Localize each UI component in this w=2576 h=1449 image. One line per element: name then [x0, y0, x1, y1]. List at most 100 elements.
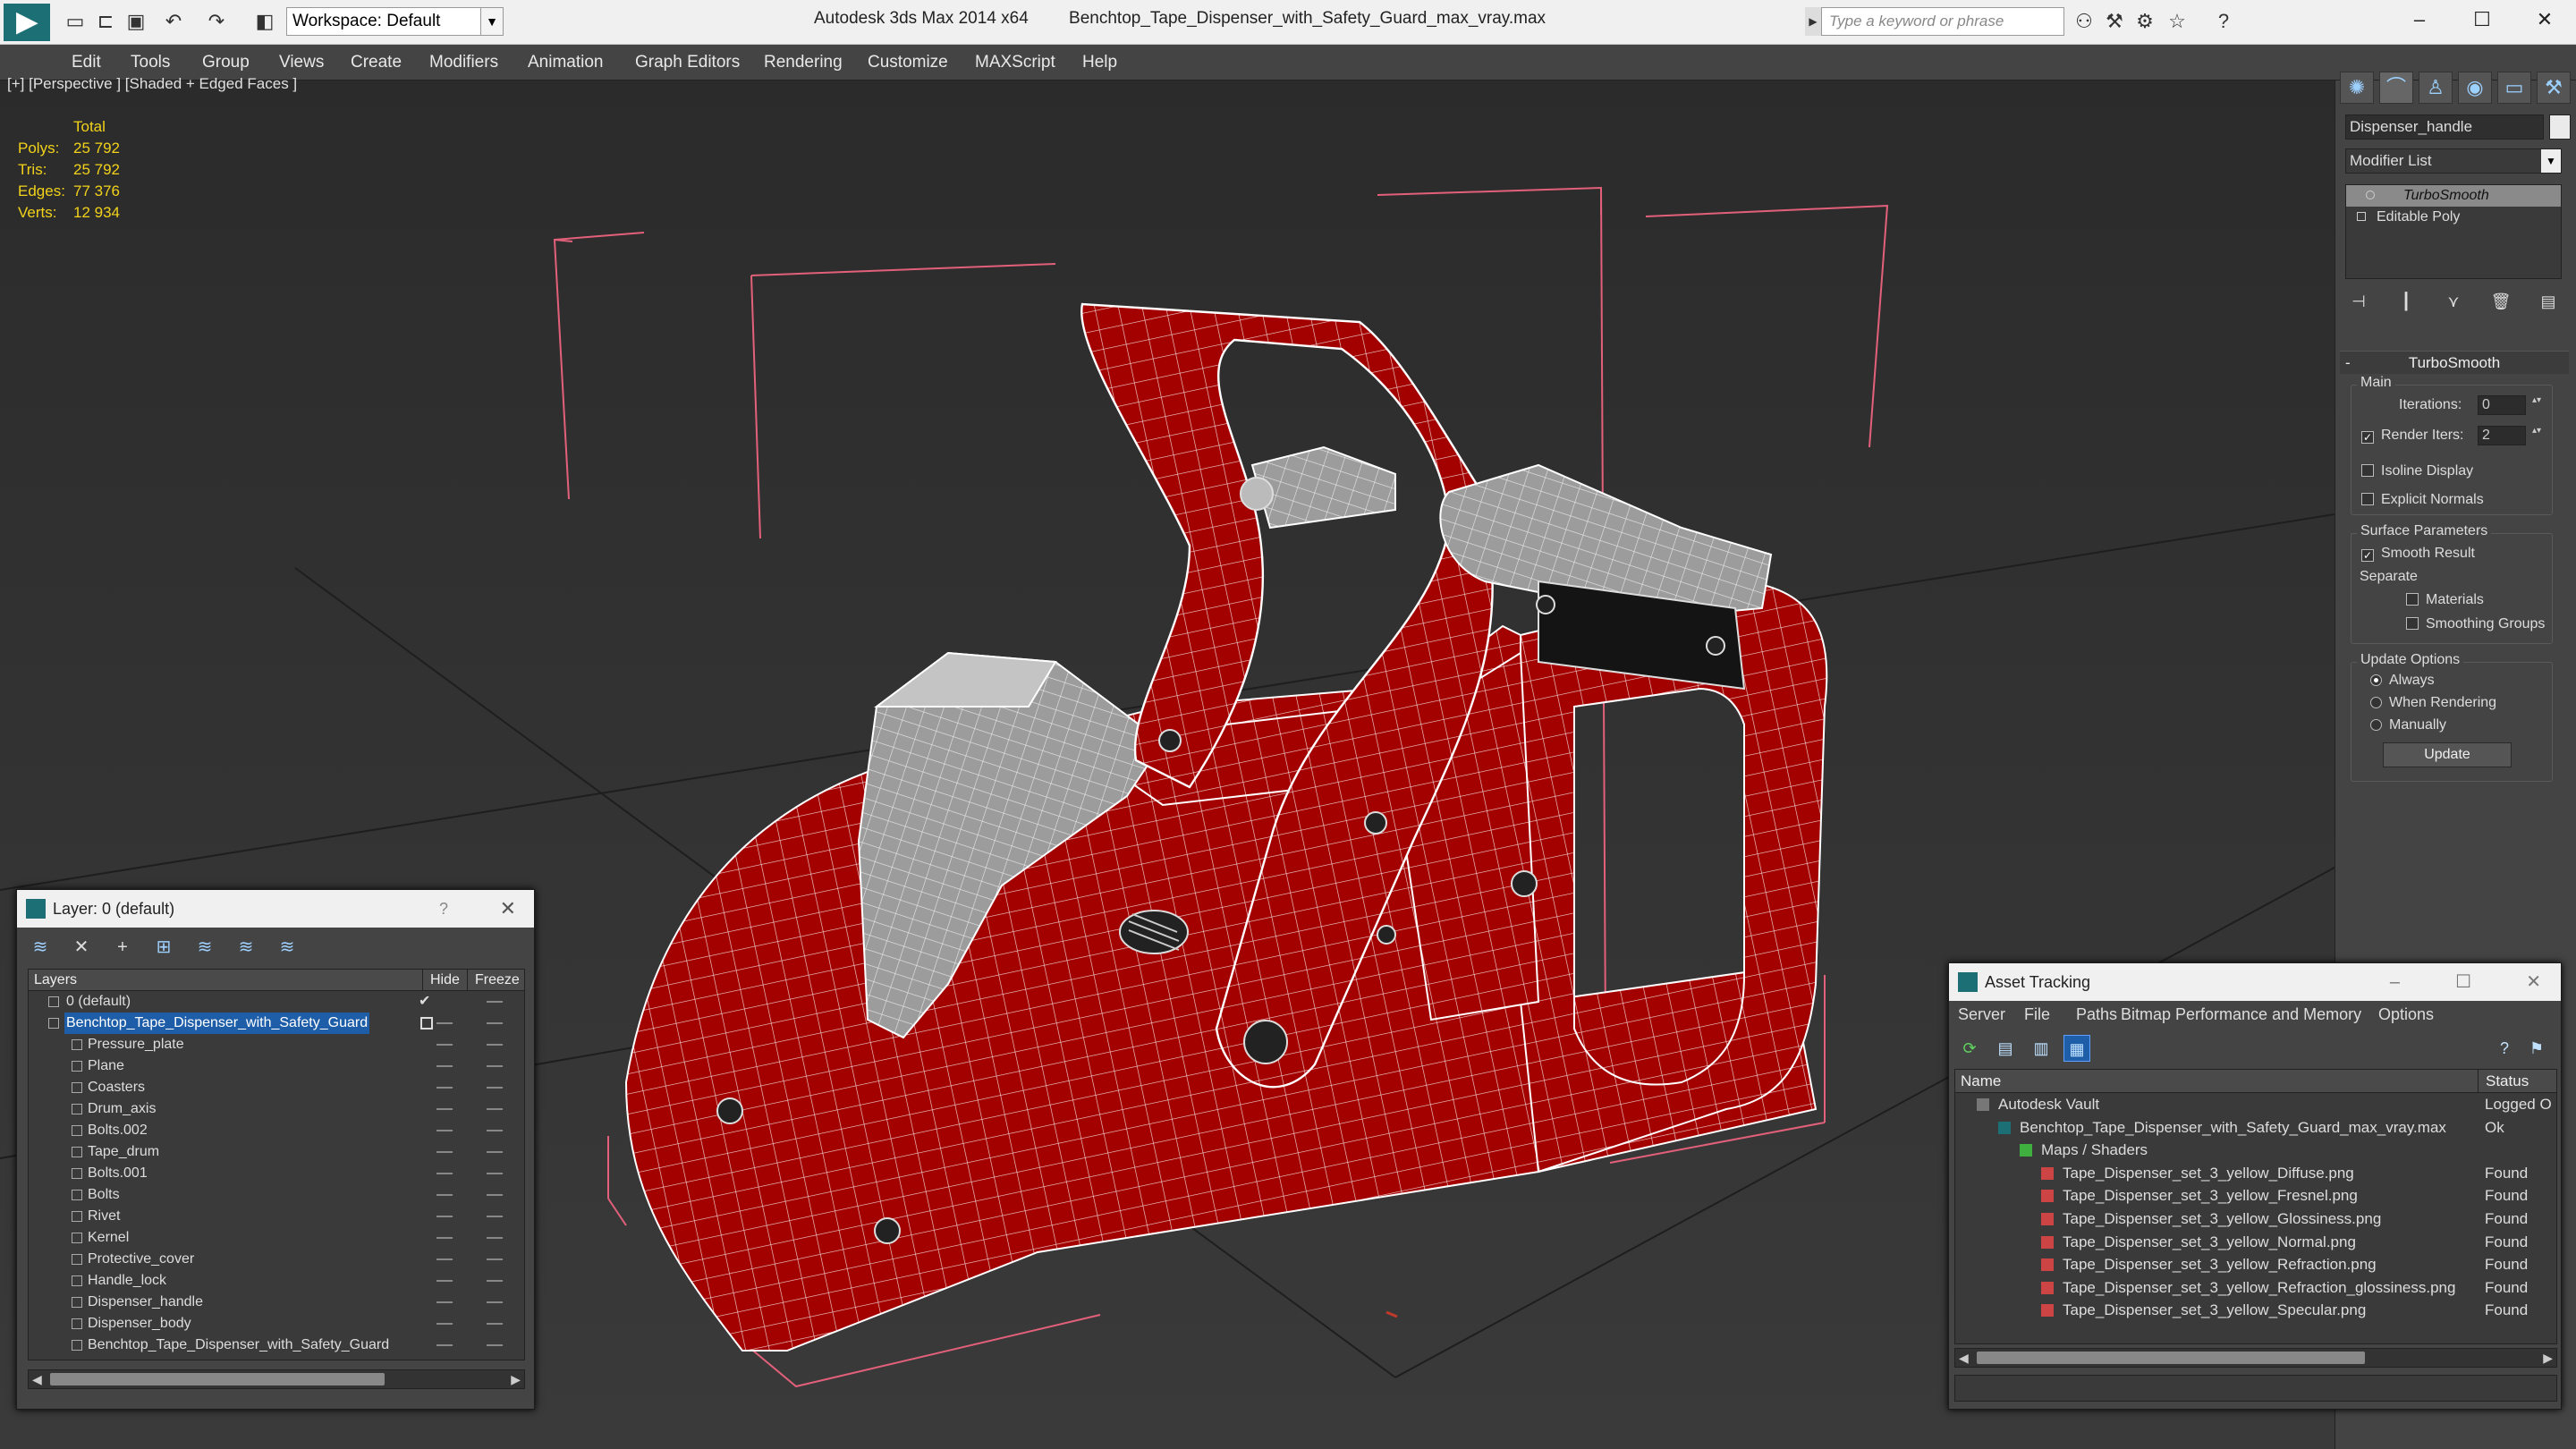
layer-object-row[interactable]: Drum_axis [29, 1098, 524, 1120]
layer-object-row[interactable]: Pressure_plate [29, 1034, 524, 1055]
stack-item-turbosmooth[interactable]: TurboSmooth [2346, 185, 2561, 207]
freeze-toggle[interactable] [487, 1323, 503, 1325]
layer-horizontal-scrollbar[interactable]: ◀ ▶ [28, 1369, 525, 1389]
current-layer-box[interactable] [420, 1017, 433, 1030]
scroll-right-icon[interactable]: ▶ [2543, 1349, 2553, 1367]
render-iters-spinner[interactable]: 2 [2478, 426, 2541, 445]
menu-maxscript[interactable]: MAXScript [975, 45, 1055, 80]
scrollbar-thumb[interactable] [1977, 1352, 2365, 1364]
layer-window-titlebar[interactable]: Layer: 0 (default) ? ✕ [17, 890, 534, 928]
freeze-toggle[interactable] [487, 1022, 503, 1024]
project-folder-icon[interactable]: ◧ [252, 7, 277, 36]
hide-toggle[interactable] [436, 1258, 453, 1260]
asset-row-map[interactable]: Tape_Dispenser_set_3_yellow_Refraction.p… [1955, 1253, 2556, 1276]
hide-toggle[interactable] [436, 1065, 453, 1067]
turbosmooth-rollout-header[interactable]: - TurboSmooth [2340, 351, 2569, 374]
menu-modifiers[interactable]: Modifiers [429, 45, 498, 80]
open-file-icon[interactable]: ⊏ [93, 7, 118, 36]
asset-menu-options[interactable]: Options [2378, 1001, 2434, 1028]
freeze-toggle[interactable] [487, 1001, 503, 1003]
minimize-icon[interactable]: – [2390, 963, 2400, 1001]
hide-toggle[interactable] [436, 1173, 453, 1174]
layer-object-row[interactable]: Kernel [29, 1227, 524, 1249]
menu-customize[interactable]: Customize [868, 45, 948, 80]
column-status[interactable]: Status [2478, 1070, 2556, 1093]
create-layer-icon[interactable]: ≋ [26, 933, 55, 962]
subscription-icon[interactable]: ⚙ [2131, 7, 2159, 36]
layer-row-selected[interactable]: Benchtop_Tape_Dispenser_with_Safety_Guar… [29, 1013, 524, 1034]
pin-stack-icon[interactable]: ⊣ [2345, 288, 2372, 315]
hide-toggle[interactable] [436, 1301, 453, 1303]
list-view-icon[interactable]: ▤ [1992, 1035, 2019, 1062]
utilities-tab-icon[interactable]: ⚒ [2537, 72, 2571, 104]
close-icon[interactable]: ✕ [2513, 0, 2576, 39]
undo-icon[interactable]: ↶ [161, 7, 186, 36]
hide-toggle[interactable] [436, 1087, 453, 1089]
menu-rendering[interactable]: Rendering [764, 45, 843, 80]
expand-icon[interactable] [2357, 212, 2366, 221]
context-help-icon[interactable]: ⚑ [2523, 1035, 2550, 1062]
layer-object-row[interactable]: Rivet [29, 1206, 524, 1227]
layer-object-row[interactable]: Bolts.001 [29, 1163, 524, 1184]
lightbulb-icon[interactable] [2366, 191, 2375, 199]
layer-object-row[interactable]: Dispenser_handle [29, 1292, 524, 1313]
update-when-rendering-radio[interactable]: When Rendering [2370, 695, 2496, 711]
modify-tab-icon[interactable]: ⌒ [2379, 72, 2413, 104]
smooth-result-checkbox[interactable]: ✓ Smooth Result [2361, 546, 2475, 562]
stack-item-editable-poly[interactable]: Editable Poly [2346, 207, 2561, 228]
configure-sets-icon[interactable]: ▤ [2535, 288, 2562, 315]
update-button[interactable]: Update [2383, 742, 2512, 767]
hide-toggle[interactable] [436, 1108, 453, 1110]
save-icon[interactable]: ▣ [123, 7, 148, 36]
hide-toggle[interactable] [436, 1323, 453, 1325]
freeze-toggle[interactable] [487, 1216, 503, 1217]
binoculars-icon[interactable]: ⚇ [2070, 7, 2098, 36]
freeze-all-layers-icon[interactable]: ≋ [273, 933, 301, 962]
column-layers[interactable]: Layers [34, 970, 77, 991]
scroll-left-icon[interactable]: ◀ [1959, 1349, 1969, 1367]
layer-object-row[interactable]: Protective_cover [29, 1249, 524, 1270]
remove-modifier-icon[interactable]: 🗑 [2487, 288, 2514, 315]
delete-layer-icon[interactable]: ✕ [67, 933, 96, 962]
layer-object-row[interactable]: Coasters [29, 1077, 524, 1098]
minimize-icon[interactable]: – [2388, 0, 2451, 39]
help-icon[interactable]: ? [439, 890, 448, 928]
isoline-display-checkbox[interactable]: Isoline Display [2361, 463, 2473, 479]
asset-row-max-file[interactable]: Benchtop_Tape_Dispenser_with_Safety_Guar… [1955, 1116, 2556, 1140]
freeze-toggle[interactable] [487, 1173, 503, 1174]
table-view-icon[interactable]: ▦ [2063, 1035, 2090, 1062]
redo-icon[interactable]: ↷ [204, 7, 229, 36]
hide-toggle[interactable] [436, 1344, 453, 1346]
column-hide[interactable]: Hide [422, 970, 467, 991]
freeze-toggle[interactable] [487, 1194, 503, 1196]
motion-tab-icon[interactable]: ◉ [2458, 72, 2492, 104]
menu-graph-editors[interactable]: Graph Editors [635, 45, 740, 80]
freeze-toggle[interactable] [487, 1301, 503, 1303]
help-icon[interactable]: ? [2209, 7, 2238, 36]
render-iters-checkbox[interactable]: ✓ Render Iters: [2361, 428, 2463, 444]
freeze-toggle[interactable] [487, 1108, 503, 1110]
hide-toggle[interactable] [436, 1044, 453, 1046]
tools-icon[interactable]: ⚒ [2100, 7, 2129, 36]
freeze-toggle[interactable] [487, 1258, 503, 1260]
active-layer-check-icon[interactable]: ✔ [419, 991, 430, 1013]
asset-menu-paths[interactable]: Paths [2076, 1001, 2117, 1028]
new-file-icon[interactable]: ▭ [63, 7, 88, 36]
favorites-star-icon[interactable]: ☆ [2163, 7, 2191, 36]
hierarchy-tab-icon[interactable]: ♙ [2419, 72, 2453, 104]
viewport-label[interactable]: [+] [Perspective ] [Shaded + Edged Faces… [7, 75, 297, 93]
menu-animation[interactable]: Animation [528, 45, 604, 80]
hide-toggle[interactable] [436, 1130, 453, 1131]
asset-row-map[interactable]: Tape_Dispenser_set_3_yellow_Specular.png… [1955, 1299, 2556, 1322]
update-always-radio[interactable]: Always [2370, 673, 2435, 689]
freeze-toggle[interactable] [487, 1130, 503, 1131]
column-name[interactable]: Name [1961, 1070, 2001, 1093]
explicit-normals-checkbox[interactable]: Explicit Normals [2361, 492, 2484, 508]
scroll-left-icon[interactable]: ◀ [32, 1370, 42, 1388]
workspace-selector[interactable]: Workspace: Default ▼ [286, 7, 504, 36]
layer-object-row[interactable]: Tape_drum [29, 1141, 524, 1163]
asset-menu-file[interactable]: File [2024, 1001, 2050, 1028]
app-logo-icon[interactable]: ▶ [4, 4, 50, 41]
layer-object-row[interactable]: Bolts [29, 1184, 524, 1206]
scroll-right-icon[interactable]: ▶ [511, 1370, 521, 1388]
